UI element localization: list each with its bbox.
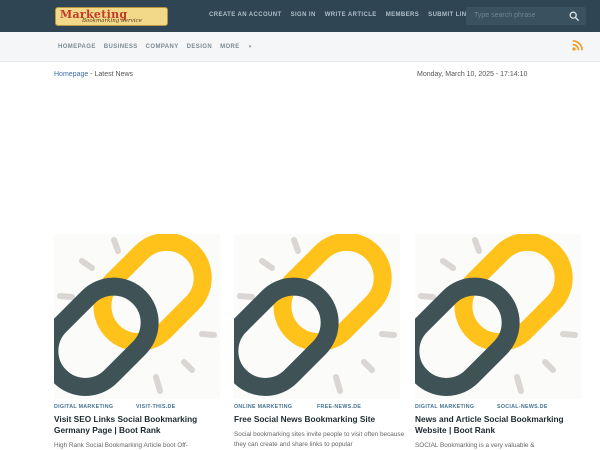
- search-icon[interactable]: [569, 11, 579, 21]
- chevron-down-icon: ▾: [248, 44, 252, 50]
- card-source[interactable]: SOCIAL-NEWS.DE: [497, 404, 548, 410]
- chain-link-image: [54, 234, 217, 396]
- category-nav-bar: HOMEPAGE BUSINESS COMPANY DESIGN MORE ▾: [0, 32, 600, 62]
- breadcrumb-separator: -: [90, 71, 93, 78]
- top-nav: CREATE AN ACCOUNT SIGN IN WRITE ARTICLE …: [209, 12, 480, 18]
- members-link[interactable]: MEMBERS: [386, 12, 419, 18]
- breadcrumb: Homepage - Latest News: [54, 71, 133, 78]
- card-source[interactable]: VISIT-THIS.DE: [136, 404, 176, 410]
- breadcrumb-home-link[interactable]: Homepage: [54, 71, 88, 78]
- card-title[interactable]: Visit SEO Links Social Bookmarking Germa…: [54, 414, 226, 436]
- write-article-link[interactable]: WRITE ARTICLE: [325, 12, 377, 18]
- site-logo[interactable]: Marketing Bookmarking Service: [55, 7, 168, 26]
- rss-icon[interactable]: [572, 40, 583, 51]
- nav-homepage[interactable]: HOMEPAGE: [58, 44, 96, 50]
- nav-business[interactable]: BUSINESS: [104, 44, 138, 50]
- nav-design[interactable]: DESIGN: [187, 44, 212, 50]
- card-category[interactable]: ONLINE MARKETING: [234, 404, 292, 410]
- card-thumbnail[interactable]: [234, 234, 400, 399]
- nav-company[interactable]: COMPANY: [146, 44, 179, 50]
- card-title[interactable]: News and Article Social Bookmarking Webs…: [415, 414, 587, 436]
- nav-more[interactable]: MORE ▾: [220, 44, 260, 50]
- chain-link-image: [415, 234, 578, 396]
- search-input[interactable]: Type search phrase: [474, 12, 535, 19]
- card-source[interactable]: FREE-NEWS.DE: [317, 404, 361, 410]
- create-account-link[interactable]: CREATE AN ACCOUNT: [209, 12, 282, 18]
- sign-in-link[interactable]: SIGN IN: [291, 12, 316, 18]
- card-category[interactable]: DIGITAL MARKETING: [54, 404, 113, 410]
- top-header-bar: Marketing Bookmarking Service CREATE AN …: [0, 0, 600, 32]
- card-excerpt: SOCIAL Bookmarking is a very valuable &: [415, 442, 535, 449]
- card-excerpt: Social bookmarking sites invite people t…: [234, 431, 405, 448]
- current-date: Monday, March 10, 2025 - 17:14:10: [417, 71, 528, 78]
- breadcrumb-current: Latest News: [94, 71, 134, 78]
- nav-more-label: MORE: [220, 44, 240, 50]
- submit-link-link[interactable]: SUBMIT LINK: [428, 12, 471, 18]
- logo-subtitle: Bookmarking Service: [82, 18, 142, 24]
- chain-link-image: [234, 234, 397, 396]
- card-thumbnail[interactable]: [54, 234, 220, 399]
- card-excerpt: High Rank Social Bookmarking Article boo…: [54, 442, 188, 449]
- card-thumbnail[interactable]: [415, 234, 581, 399]
- card-title[interactable]: Free Social News Bookmarking Site: [234, 414, 406, 425]
- search-box[interactable]: Type search phrase: [466, 7, 586, 25]
- category-nav: HOMEPAGE BUSINESS COMPANY DESIGN MORE ▾: [58, 44, 268, 50]
- card-category[interactable]: DIGITAL MARKETING: [415, 404, 474, 410]
